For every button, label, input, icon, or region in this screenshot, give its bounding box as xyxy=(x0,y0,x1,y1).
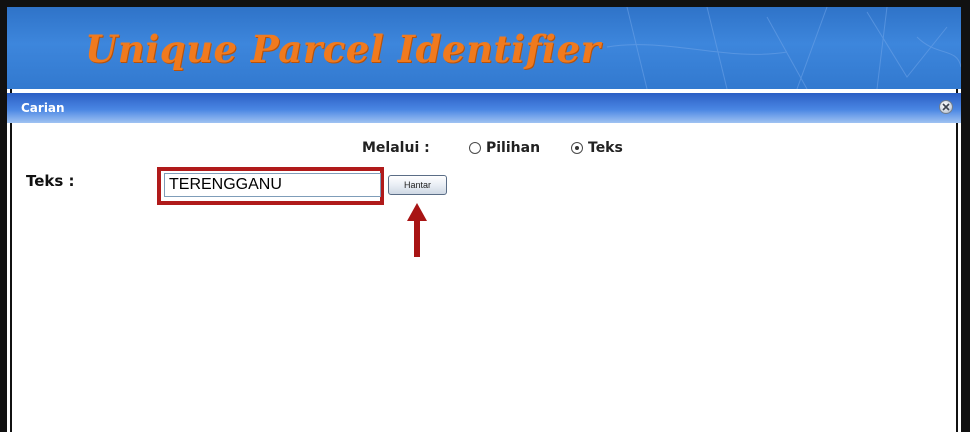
search-text-input[interactable] xyxy=(164,173,381,197)
radio-pilihan-label[interactable]: Pilihan xyxy=(486,140,540,156)
app-title: Unique Parcel Identifier xyxy=(85,27,601,71)
search-panel-header: Carian xyxy=(7,93,961,123)
panel-title: Carian xyxy=(21,101,65,115)
submit-button[interactable]: Hantar xyxy=(388,175,447,195)
text-field-label: Teks : xyxy=(26,172,75,190)
radio-pilihan[interactable] xyxy=(469,142,481,154)
search-mode-label: Melalui : xyxy=(362,140,430,156)
up-arrow-icon xyxy=(407,203,427,257)
app-banner: Unique Parcel Identifier xyxy=(7,7,961,89)
radio-teks[interactable] xyxy=(571,142,583,154)
radio-teks-label[interactable]: Teks xyxy=(588,140,623,156)
close-icon[interactable] xyxy=(939,100,953,114)
